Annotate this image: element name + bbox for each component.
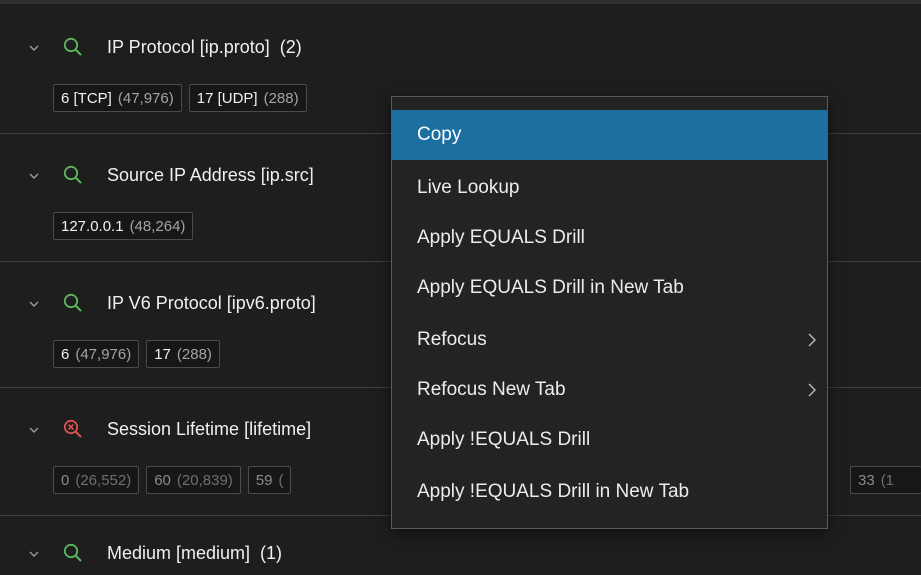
chevron-down-icon[interactable] [27, 423, 41, 437]
chevron-right-icon [808, 383, 816, 397]
meta-value-chip[interactable]: 127.0.0.1 (48,264) [53, 212, 194, 240]
search-icon[interactable] [62, 292, 84, 314]
chevron-right-icon [808, 333, 816, 347]
chevron-down-icon[interactable] [27, 297, 41, 311]
meta-value-chip[interactable]: 33 (1 [850, 466, 921, 494]
menu-item-refocus[interactable]: Refocus [392, 315, 827, 365]
section-title[interactable]: Source IP Address [ip.src] [107, 164, 324, 186]
meta-values-panel: IP Protocol [ip.proto] (2) 6 [TCP] (47,976… [0, 0, 921, 575]
search-icon[interactable] [62, 164, 84, 186]
menu-item-apply-not-equals-drill-new-tab[interactable]: Apply !EQUALS Drill in New Tab [392, 467, 827, 517]
meta-value-chip[interactable]: 0 (26,552) [53, 466, 140, 494]
menu-item-copy[interactable]: Copy [392, 110, 827, 160]
meta-value-chip[interactable]: 60 (20,839) [146, 466, 241, 494]
section-title[interactable]: IP V6 Protocol [ipv6.proto] [107, 292, 326, 314]
menu-item-live-lookup[interactable]: Live Lookup [392, 163, 827, 213]
section-title[interactable]: Medium [medium] (1) [107, 542, 282, 564]
search-error-icon[interactable] [62, 418, 84, 440]
chevron-down-icon[interactable] [27, 547, 41, 561]
menu-item-apply-equals-drill[interactable]: Apply EQUALS Drill [392, 213, 827, 263]
chevron-down-icon[interactable] [27, 41, 41, 55]
chevron-down-icon[interactable] [27, 169, 41, 183]
meta-value-chip[interactable]: 59( [247, 466, 292, 494]
meta-value-chip[interactable]: 6 [TCP] (47,976) [53, 84, 182, 112]
menu-item-apply-not-equals-drill[interactable]: Apply !EQUALS Drill [392, 415, 827, 465]
menu-item-refocus-new-tab[interactable]: Refocus New Tab [392, 365, 827, 415]
menu-item-apply-equals-drill-new-tab[interactable]: Apply EQUALS Drill in New Tab [392, 263, 827, 313]
meta-value-chip[interactable]: 17 (288) [146, 340, 220, 368]
meta-value-chip[interactable]: 17 [UDP] (288) [188, 84, 307, 112]
meta-value-chip[interactable]: 6 (47,976) [53, 340, 140, 368]
context-menu: Copy Live Lookup Apply EQUALS Drill Appl… [391, 96, 828, 529]
section-title[interactable]: Session Lifetime [lifetime] [107, 418, 321, 440]
search-icon[interactable] [62, 542, 84, 564]
search-icon[interactable] [62, 36, 84, 58]
section-title[interactable]: IP Protocol [ip.proto] (2) [107, 36, 302, 58]
